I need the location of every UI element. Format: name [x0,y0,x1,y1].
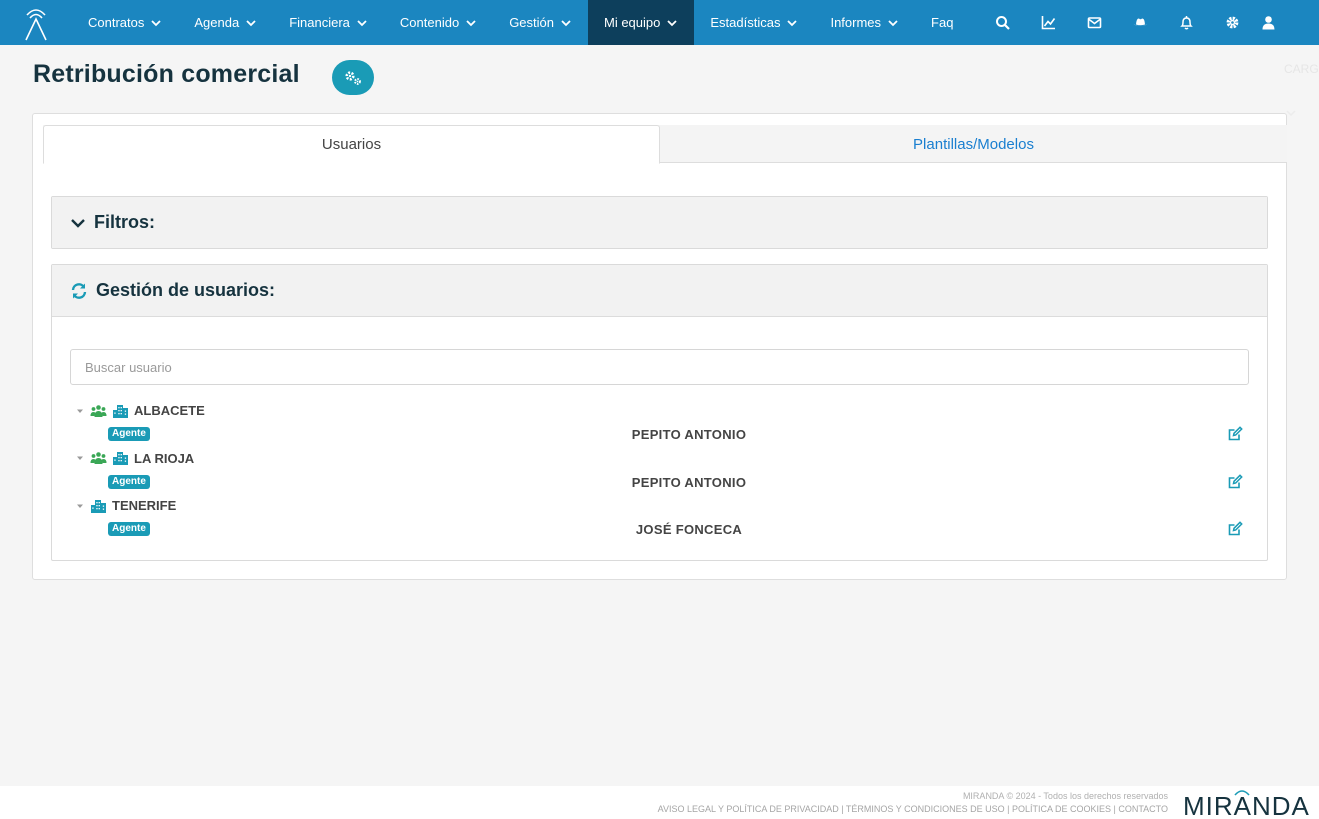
caret-down-icon[interactable] [76,407,84,415]
cogs-icon [343,69,363,87]
user-name: JOSÉ FONCECA [635,522,743,537]
nav-item-mi-equipo[interactable]: Mi equipo [588,0,695,45]
role-badge: Agente [108,427,150,441]
footer: MIRANDA © 2024 - Todos los derechos rese… [0,786,1319,819]
tree-group: TENERIFE [76,498,176,513]
search-button[interactable] [979,0,1025,45]
nav-item-gestión[interactable]: Gestión [493,0,588,45]
user-name: PEPITO ANTONIO [631,427,747,442]
nav-item-label: Contenido [399,15,460,30]
nav-item-label: Faq [931,15,954,30]
home-logo-icon[interactable] [0,0,72,45]
tab-bar: Usuarios Plantillas/Modelos [43,125,1287,164]
nav-item-label: Contratos [88,15,145,30]
caret-down-icon[interactable] [76,502,84,510]
cog-button[interactable] [1209,0,1255,45]
envelope-icon [1087,17,1102,29]
brand-arc-icon [1234,790,1250,796]
users-group-icon [90,452,107,464]
users-panel-header: Gestión de usuarios: [52,265,1267,317]
group-name: LA RIOJA [134,450,195,466]
tree-group: ALBACETE [76,403,205,418]
hat-button[interactable] [1117,0,1163,45]
chart-line-button[interactable] [1025,0,1071,45]
chevron-down-icon [888,19,898,26]
footer-link[interactable]: POLÍTICA DE COOKIES [1012,804,1111,814]
nav-item-financiera[interactable]: Financiera [273,0,384,45]
user-name: PEPITO ANTONIO [631,474,747,490]
filters-title: Filtros: [94,212,155,232]
building-icon [91,499,106,513]
footer-links: AVISO LEGAL Y POLÍTICA DE PRIVACIDAD | T… [657,804,1168,814]
caret-down-icon[interactable] [76,454,84,462]
tab-usuarios[interactable]: Usuarios [43,125,660,164]
chevron-down-icon [667,19,678,26]
footer-link[interactable]: TÉRMINOS Y CONDICIONES DE USO [846,804,1005,814]
search-icon [995,16,1010,30]
building-icon [113,404,128,418]
nav-item-agenda[interactable]: Agenda [178,0,273,45]
office-marker [112,404,129,418]
edit-icon[interactable] [1227,473,1243,490]
footer-copyright: MIRANDA © 2024 - Todos los derechos rese… [962,791,1168,801]
hat-icon [1133,18,1148,26]
nav-item-estadísticas[interactable]: Estadísticas [694,0,814,45]
nav-item-label: Mi equipo [604,15,661,30]
office-marker [112,451,129,465]
users-panel-title: Gestión de usuarios: [96,280,276,300]
search-user-input[interactable] [70,349,1249,385]
team-marker [90,451,107,465]
tree-group: LA RIOJA [76,451,194,466]
nav-item-label: Estadísticas [710,15,781,30]
page-title: Retribución comercial [33,60,300,88]
nav-item-contratos[interactable]: Contratos [72,0,178,45]
footer-link[interactable]: AVISO LEGAL Y POLÍTICA DE PRIVACIDAD [658,804,839,814]
office-marker [90,499,107,513]
chevron-down-icon [357,19,367,26]
group-name: TENERIFE [112,498,177,513]
chevron-down-icon [466,19,476,26]
chevron-down-icon [151,19,162,26]
edit-icon[interactable] [1227,521,1243,537]
nav-item-label: Gestión [509,15,554,30]
filters-panel: Filtros: [51,196,1268,249]
cog-icon [1226,16,1239,29]
nav-item-label: Agenda [194,15,240,30]
nav-item-label: Informes [830,15,882,30]
chevron-down-icon [561,19,571,26]
bell-button[interactable] [1163,0,1209,45]
nav-item-contenido[interactable]: Contenido [384,0,493,45]
users-panel: Gestión de usuarios: ALBACETE Agente PEPIT… [51,264,1268,561]
nav-item-label: Financiera [289,15,350,30]
settings-button[interactable] [332,60,374,95]
tab-plantillas-modelos[interactable]: Plantillas/Modelos [660,125,1287,163]
building-icon [113,452,128,465]
user-icon [1262,16,1275,30]
bell-icon [1180,16,1193,30]
group-name: ALBACETE [134,403,205,418]
edit-icon[interactable] [1227,426,1243,442]
filters-toggle[interactable]: Filtros: [52,197,1267,248]
footer-link[interactable]: CONTACTO [1118,804,1168,814]
users-group-icon [90,404,107,417]
role-badge: Agente [108,522,150,536]
chevron-down-icon [71,218,85,228]
main-card: Usuarios Plantillas/Modelos Filtros: Ges… [32,113,1287,580]
top-navbar: Contratos Agenda Financiera Contenido Gestió… [0,0,1319,45]
nav-item-faq[interactable]: Faq [915,0,969,45]
user-button[interactable] [1255,0,1281,45]
chart-line-icon [1041,16,1056,30]
chevron-down-icon [246,19,256,26]
chevron-down-icon [787,19,798,26]
refresh-icon[interactable] [70,282,88,300]
nav-item-informes[interactable]: Informes [814,0,915,45]
team-marker [90,404,107,418]
role-badge: Agente [108,474,150,489]
envelope-button[interactable] [1071,0,1117,45]
ghost-label: CARG [1284,62,1319,76]
